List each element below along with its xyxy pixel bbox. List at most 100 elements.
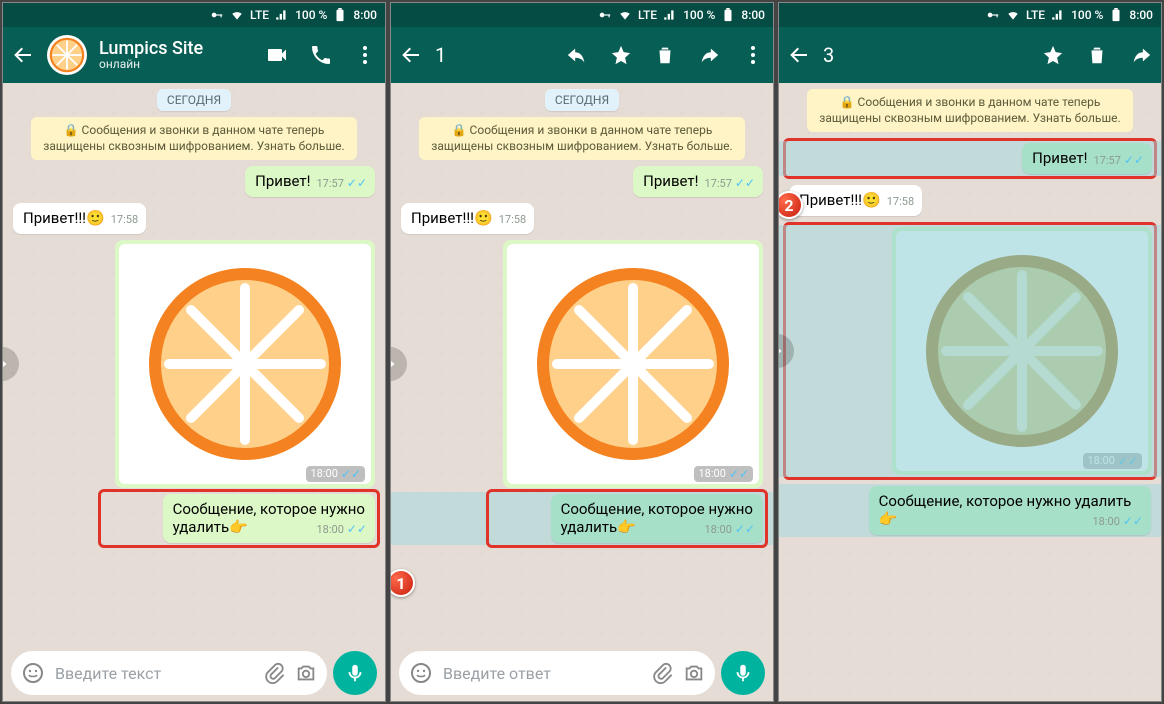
image-attachment[interactable] xyxy=(507,244,759,484)
chat-area[interactable]: 🔒 Сообщения и звонки в данном чате тепер… xyxy=(779,83,1161,701)
selected-message-row[interactable]: Привет! 17:57 ✓✓ xyxy=(779,141,1161,176)
selected-message-row[interactable]: Сообщение, которое нужно удалить👉 18:00✓… xyxy=(391,492,773,546)
message-row-out-1[interactable]: Привет! 17:57✓✓ xyxy=(13,166,375,197)
star-button[interactable] xyxy=(1041,43,1065,67)
message-text: Привет!!!🙂 xyxy=(23,209,105,227)
read-ticks-icon: ✓✓ xyxy=(341,467,361,481)
encryption-notice[interactable]: 🔒 Сообщения и звонки в данном чате тепер… xyxy=(419,117,745,160)
key-icon xyxy=(210,8,224,22)
message-time: 18:00 xyxy=(704,523,731,537)
message-row-in-1[interactable]: Привет!!!🙂 17:58 xyxy=(13,203,375,234)
attach-icon[interactable] xyxy=(651,662,673,684)
camera-icon[interactable] xyxy=(683,662,705,684)
message-input[interactable]: Введите ответ xyxy=(399,651,715,695)
status-bar: LTE 100 % 8:00 xyxy=(3,3,385,27)
selected-image-row[interactable]: 18:00✓✓ xyxy=(779,225,1161,477)
forward-button[interactable] xyxy=(697,43,721,67)
menu-button[interactable] xyxy=(741,43,765,67)
wifi-icon xyxy=(1006,8,1020,22)
message-text: Привет! xyxy=(643,172,698,190)
message-row-in-1[interactable]: Привет!!!🙂17:58 xyxy=(789,185,1151,216)
message-input[interactable]: Введите текст xyxy=(11,651,327,695)
chat-area[interactable]: СЕГОДНЯ 🔒 Сообщения и звонки в данном ча… xyxy=(391,83,773,645)
message-row-out-1[interactable]: Привет! 17:57 ✓✓ xyxy=(401,166,763,197)
selected-message-row[interactable]: Сообщение, которое нужно удалить👉 18:00✓… xyxy=(779,484,1161,538)
contact-name: Lumpics Site xyxy=(99,39,253,59)
lte-label: LTE xyxy=(1026,8,1045,22)
phone-panel-3: LTE 100 % 8:00 3 🔒 Сообщения и звонки в … xyxy=(778,2,1162,702)
signal-icon xyxy=(1051,8,1065,22)
encryption-notice[interactable]: 🔒 Сообщения и звонки в данном чате тепер… xyxy=(807,89,1133,132)
voice-call-button[interactable] xyxy=(309,43,333,67)
image-attachment[interactable] xyxy=(896,231,1148,471)
emoji-icon[interactable] xyxy=(21,661,45,685)
clock-label: 8:00 xyxy=(741,8,765,22)
forward-chip-icon[interactable] xyxy=(779,334,794,368)
selection-count: 3 xyxy=(823,43,1029,67)
input-placeholder: Введите ответ xyxy=(443,664,641,683)
message-row-out-2[interactable]: Сообщение, которое нужно удалить👉 18:00✓… xyxy=(13,494,375,544)
message-text: Привет! xyxy=(1032,149,1087,167)
read-ticks-icon: ✓✓ xyxy=(347,176,367,191)
attach-icon[interactable] xyxy=(263,662,285,684)
phone-panel-1: LTE 100 % 8:00 Lumpics Site онлайн СЕГОД… xyxy=(2,2,386,702)
input-placeholder: Введите текст xyxy=(55,664,253,683)
contact-avatar[interactable] xyxy=(47,35,87,75)
lte-label: LTE xyxy=(250,8,269,22)
delete-button[interactable] xyxy=(653,43,677,67)
wifi-icon xyxy=(618,8,632,22)
app-bar: Lumpics Site онлайн xyxy=(3,27,385,83)
clock-label: 8:00 xyxy=(353,8,377,22)
image-attachment[interactable] xyxy=(119,244,371,484)
wifi-icon xyxy=(230,8,244,22)
forward-button[interactable] xyxy=(1129,43,1153,67)
message-text: Привет!!!🙂 xyxy=(411,209,493,227)
battery-label: 100 % xyxy=(295,8,327,22)
battery-icon xyxy=(721,8,735,22)
lte-label: LTE xyxy=(638,8,657,22)
chat-area[interactable]: СЕГОДНЯ 🔒 Сообщения и звонки в данном ча… xyxy=(3,83,385,645)
video-call-button[interactable] xyxy=(265,43,289,67)
message-time: 17:58 xyxy=(499,213,526,227)
camera-icon[interactable] xyxy=(295,662,317,684)
phone-panel-2: LTE 100 % 8:00 1 СЕГОДНЯ 🔒 Сообщения и з… xyxy=(390,2,774,702)
mic-button[interactable] xyxy=(333,651,377,695)
step-badge-1: 1 xyxy=(391,569,415,597)
battery-label: 100 % xyxy=(1071,8,1103,22)
menu-button[interactable] xyxy=(353,43,377,67)
reply-button[interactable] xyxy=(565,43,589,67)
emoji-icon[interactable] xyxy=(409,661,433,685)
message-text: Привет!!!🙂 xyxy=(799,191,881,209)
encryption-notice[interactable]: 🔒 Сообщения и звонки в данном чате тепер… xyxy=(31,117,357,160)
mic-button[interactable] xyxy=(721,651,765,695)
date-chip: СЕГОДНЯ xyxy=(157,89,231,111)
read-ticks-icon: ✓✓ xyxy=(347,522,367,537)
delete-button[interactable] xyxy=(1085,43,1109,67)
key-icon xyxy=(598,8,612,22)
status-bar: LTE 100 % 8:00 xyxy=(391,3,773,27)
read-ticks-icon: ✓✓ xyxy=(1124,153,1144,168)
forward-chip-icon[interactable] xyxy=(391,347,407,381)
read-ticks-icon: ✓✓ xyxy=(735,522,755,537)
star-button[interactable] xyxy=(609,43,633,67)
selection-app-bar: 3 xyxy=(779,27,1161,83)
message-time: 17:57 xyxy=(1093,154,1120,168)
message-time: 18:00 xyxy=(1092,515,1119,529)
clock-label: 8:00 xyxy=(1129,8,1153,22)
message-time: 17:58 xyxy=(111,213,138,227)
contact-title[interactable]: Lumpics Site онлайн xyxy=(99,39,253,72)
back-button[interactable] xyxy=(787,43,811,67)
message-row-image[interactable]: 18:00✓✓ xyxy=(401,240,763,488)
message-row-in-1[interactable]: Привет!!!🙂 17:58 xyxy=(401,203,763,234)
forward-chip-icon[interactable] xyxy=(3,347,19,381)
message-row-image[interactable]: 18:00✓✓ xyxy=(13,240,375,488)
image-time: 18:00 xyxy=(1087,454,1114,467)
signal-icon xyxy=(275,8,289,22)
back-button[interactable] xyxy=(11,43,35,67)
selection-count: 1 xyxy=(435,43,553,67)
read-ticks-icon: ✓✓ xyxy=(735,176,755,191)
input-bar: Введите текст xyxy=(3,645,385,701)
message-time: 17:57 xyxy=(704,177,731,191)
back-button[interactable] xyxy=(399,43,423,67)
read-ticks-icon: ✓✓ xyxy=(729,467,749,481)
